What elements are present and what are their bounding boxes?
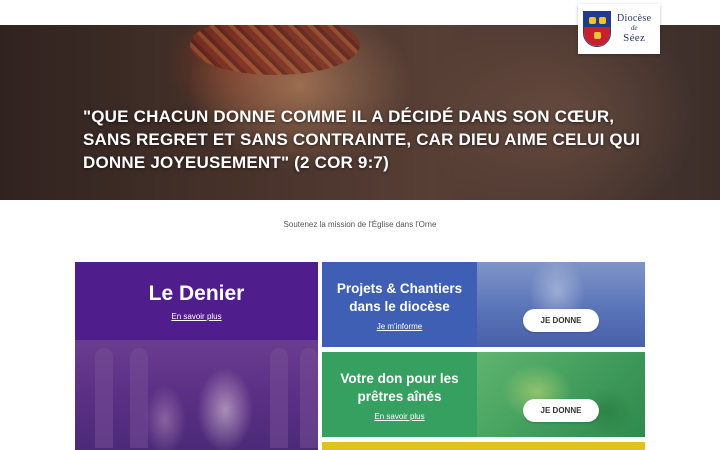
card-pretres[interactable]: Votre don pour les prêtres aînés En savo… xyxy=(322,352,645,437)
card-projets-link[interactable]: Je m'informe xyxy=(377,322,423,331)
diocese-logo[interactable]: Diocèse de Séez xyxy=(578,4,660,54)
page-subtitle: Soutenez la mission de l'Église dans l'O… xyxy=(283,220,437,229)
card-projets-title: Projets & Chantiers dans le diocèse xyxy=(336,281,463,314)
card-pretres-photo xyxy=(477,352,645,437)
card-projets[interactable]: Projets & Chantiers dans le diocèse Je m… xyxy=(322,262,645,347)
logo-line-2: de xyxy=(630,24,638,32)
logo-text: Diocèse de Séez xyxy=(617,14,651,44)
hero-quote: "QUE CHACUN DONNE COMME IL A DÉCIDÉ DANS… xyxy=(83,107,641,172)
card-denier-title: Le Denier xyxy=(148,282,245,305)
projets-donate-button[interactable]: JE DONNE xyxy=(523,309,599,332)
card-pretres-link[interactable]: En savoir plus xyxy=(374,412,424,421)
pretres-donate-button[interactable]: JE DONNE xyxy=(523,399,599,422)
logo-line-3: Séez xyxy=(623,32,646,44)
card-denier-header: Le Denier En savoir plus xyxy=(75,262,318,340)
card-denier[interactable]: Le Denier En savoir plus xyxy=(75,262,318,450)
card-projets-photo xyxy=(477,262,645,347)
card-denier-photo xyxy=(75,340,318,450)
card-pretres-title: Votre don pour les prêtres aînés xyxy=(340,371,459,404)
card-denier-link[interactable]: En savoir plus xyxy=(171,312,221,321)
coat-of-arms-icon xyxy=(583,11,611,47)
logo-line-1: Diocèse xyxy=(617,13,652,24)
card-yellow[interactable] xyxy=(322,442,645,450)
